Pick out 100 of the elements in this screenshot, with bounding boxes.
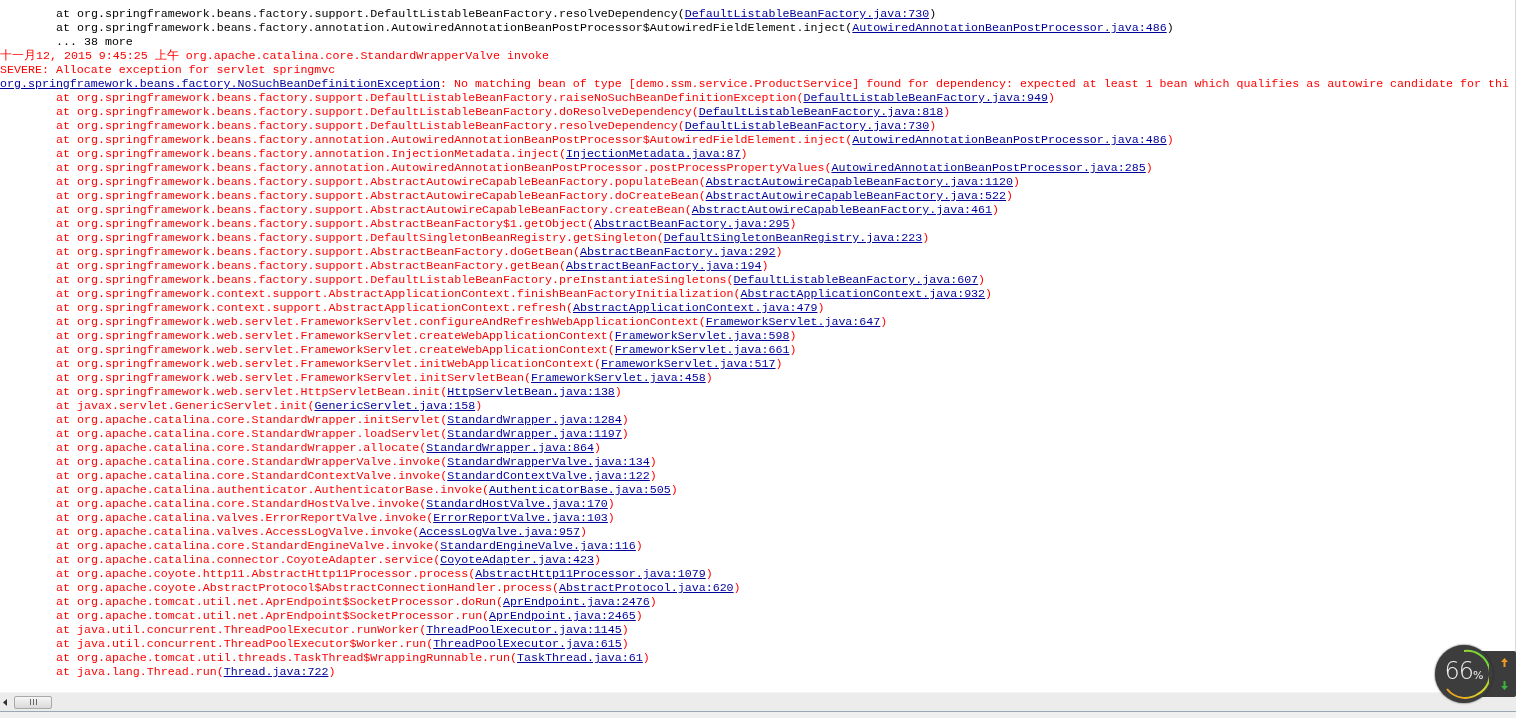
source-link[interactable]: StandardContextValve.java:122 (447, 469, 650, 482)
stack-trace-line: at java.lang.Thread.run(Thread.java:722) (56, 665, 336, 678)
stack-trace-line: at org.springframework.web.servlet.FrameworkServlet.initWebApplicationContext(FrameworkServlet.java:517) (56, 357, 783, 370)
stack-trace-line: at org.apache.tomcat.util.net.AprEndpoint$SocketProcessor.run(AprEndpoint.java:2465) (56, 609, 643, 622)
source-link[interactable]: AbstractBeanFactory.java:292 (579, 245, 776, 258)
stack-trace-line: at org.springframework.beans.factory.support.DefaultSingletonBeanRegistry.getSingleton(DefaultSingletonBeanRegistry.java:223) (56, 231, 930, 244)
stack-trace-line: at org.springframework.beans.factory.support.AbstractAutowireCapableBeanFactory.createBean(AbstractAutowireCapableBeanFactory.java:461) (56, 203, 1000, 216)
stack-trace-line: at org.springframework.web.servlet.FrameworkServlet.initServletBean(FrameworkServlet.java:458) (56, 371, 713, 384)
stack-trace-line: at org.springframework.web.servlet.FrameworkServlet.createWebApplicationContext(FrameworkServlet.java:661) (56, 343, 797, 356)
stack-trace-line: at org.apache.catalina.core.StandardHostValve.invoke(StandardHostValve.java:170) (56, 497, 615, 510)
source-link[interactable]: AbstractApplicationContext.java:932 (740, 287, 986, 300)
stack-trace-line: at org.springframework.beans.factory.support.DefaultListableBeanFactory.raiseNoSuchBeanDefinitionException(DefaultListableBeanFactory.java:949) (56, 91, 1055, 104)
stack-trace-line: at org.springframework.beans.factory.annotation.AutowiredAnnotationBeanPostProcessor$AutowiredFieldElement.inject(AutowiredAnnotationBeanPostProcessor.java:486) (56, 21, 1174, 34)
stack-trace-line: at org.springframework.beans.factory.support.AbstractAutowireCapableBeanFactory.populateBean(AbstractAutowireCapableBeanFactory.java:1120) (56, 175, 1021, 188)
stack-trace-line: at org.springframework.beans.factory.annotation.AutowiredAnnotationBeanPostProcessor.postProcessPropertyValues(AutowiredAnnotationBeanPostProcessor.java:285) (56, 161, 1153, 174)
stack-trace-line: at org.springframework.beans.factory.support.AbstractBeanFactory.getBean(AbstractBeanFactory.java:194) (56, 259, 769, 272)
source-link[interactable]: AbstractApplicationContext.java:479 (572, 301, 818, 314)
source-link[interactable]: FrameworkServlet.java:647 (705, 315, 881, 328)
source-link[interactable]: DefaultListableBeanFactory.java:730 (684, 7, 930, 20)
source-link[interactable]: HttpServletBean.java:138 (447, 385, 615, 398)
source-link[interactable]: AbstractAutowireCapableBeanFactory.java:522 (705, 189, 1007, 202)
source-link[interactable]: AccessLogValve.java:957 (419, 525, 580, 538)
source-link[interactable]: AbstractAutowireCapableBeanFactory.java:461 (691, 203, 993, 216)
stack-trace-line: at org.springframework.beans.factory.support.DefaultListableBeanFactory.resolveDependency(DefaultListableBeanFactory.java:730) (56, 7, 937, 20)
stack-trace-line: at org.springframework.web.servlet.FrameworkServlet.createWebApplicationContext(FrameworkServlet.java:598) (56, 329, 797, 342)
source-link[interactable]: AuthenticatorBase.java:505 (489, 483, 671, 496)
stack-trace-line: at org.apache.coyote.AbstractProtocol$AbstractConnectionHandler.process(AbstractProtocol.java:620) (56, 581, 741, 594)
stack-trace-line: at org.apache.catalina.core.StandardWrapper.allocate(StandardWrapper.java:864) (56, 441, 601, 454)
stack-trace-line: at org.apache.catalina.core.StandardWrapper.initServlet(StandardWrapper.java:1284) (56, 413, 629, 426)
grip-icon (29, 699, 37, 705)
source-link[interactable]: GenericServlet.java:158 (314, 399, 476, 412)
source-link[interactable]: AprEndpoint.java:2476 (503, 595, 650, 608)
source-link[interactable]: InjectionMetadata.java:87 (565, 147, 741, 160)
source-link[interactable]: StandardEngineValve.java:116 (440, 539, 636, 552)
source-link[interactable]: StandardWrapper.java:1197 (447, 427, 622, 440)
download-arrow-icon (1501, 681, 1508, 690)
stack-trace-line: at org.springframework.beans.factory.annotation.InjectionMetadata.inject(InjectionMetadata.java:87) (56, 147, 748, 160)
stack-trace-line: at org.apache.catalina.core.StandardEngineValve.invoke(StandardEngineValve.java:116) (56, 539, 643, 552)
source-link[interactable]: AutowiredAnnotationBeanPostProcessor.java:486 (852, 21, 1167, 34)
stack-trace-line: at javax.servlet.GenericServlet.init(GenericServlet.java:158) (56, 399, 483, 412)
source-link[interactable]: DefaultListableBeanFactory.java:949 (803, 91, 1048, 104)
source-link[interactable]: AbstractAutowireCapableBeanFactory.java:1120 (705, 175, 1014, 188)
source-link[interactable]: ErrorReportValve.java:103 (433, 511, 608, 524)
source-link[interactable]: FrameworkServlet.java:661 (614, 343, 790, 356)
source-link[interactable]: CoyoteAdapter.java:423 (440, 553, 594, 566)
horizontal-scrollbar[interactable] (0, 692, 1516, 711)
stack-trace-line: at org.apache.catalina.connector.CoyoteAdapter.service(CoyoteAdapter.java:423) (56, 553, 601, 566)
stack-trace-line: at org.springframework.web.servlet.FrameworkServlet.configureAndRefreshWebApplicationContext(FrameworkServlet.java:647) (56, 315, 888, 328)
source-link[interactable]: AbstractBeanFactory.java:295 (593, 217, 790, 230)
source-link[interactable]: StandardWrapperValve.java:134 (447, 455, 650, 468)
stack-trace-line: at org.apache.tomcat.util.net.AprEndpoint$SocketProcessor.doRun(AprEndpoint.java:2476) (56, 595, 657, 608)
stack-trace-line: at org.apache.catalina.authenticator.AuthenticatorBase.invoke(AuthenticatorBase.java:505) (56, 483, 678, 496)
source-link[interactable]: AbstractProtocol.java:620 (558, 581, 734, 594)
source-link[interactable]: DefaultListableBeanFactory.java:730 (684, 119, 930, 132)
console-line: ... 38 more (56, 35, 133, 48)
usage-unit: % (1473, 670, 1484, 681)
stack-trace-line: at org.apache.catalina.valves.ErrorReportValve.invoke(ErrorReportValve.java:103) (56, 511, 615, 524)
source-link[interactable]: FrameworkServlet.java:458 (531, 371, 706, 384)
source-link[interactable]: FrameworkServlet.java:598 (614, 329, 790, 342)
source-link[interactable]: FrameworkServlet.java:517 (600, 357, 776, 370)
exception-message: org.springframework.beans.factory.NoSuchBeanDefinitionException: No matching bean of type [demo.ssm.service.ProductService] found for dependency: expected at least 1 bean which qualifies as autowire candidate for thi (0, 77, 1509, 90)
stack-trace-line: at org.apache.catalina.core.StandardWrapper.loadServlet(StandardWrapper.java:1197) (56, 427, 629, 440)
stack-trace-line: at org.springframework.beans.factory.support.DefaultListableBeanFactory.doResolveDependency(DefaultListableBeanFactory.java:818) (56, 105, 951, 118)
source-link[interactable]: AutowiredAnnotationBeanPostProcessor.java:285 (831, 161, 1146, 174)
stack-trace-line: at org.springframework.beans.factory.annotation.AutowiredAnnotationBeanPostProcessor$AutowiredFieldElement.inject(AutowiredAnnotationBeanPostProcessor.java:486) (56, 133, 1174, 146)
stack-trace-line: at org.apache.tomcat.util.threads.TaskThread$WrappingRunnable.run(TaskThread.java:61) (56, 651, 650, 664)
stack-trace-line: at org.apache.catalina.core.StandardContextValve.invoke(StandardContextValve.java:122) (56, 469, 657, 482)
source-link[interactable]: StandardWrapper.java:1284 (447, 413, 622, 426)
scrollbar-thumb[interactable] (14, 695, 52, 709)
stack-trace-line: at java.util.concurrent.ThreadPoolExecutor$Worker.run(ThreadPoolExecutor.java:615) (56, 637, 629, 650)
stack-trace-line: at org.springframework.beans.factory.support.DefaultListableBeanFactory.preInstantiateSingletons(DefaultListableBeanFactory.java:607) (56, 273, 986, 286)
stack-trace-line: at org.apache.catalina.core.StandardWrapperValve.invoke(StandardWrapperValve.java:134) (56, 455, 657, 468)
source-link[interactable]: DefaultListableBeanFactory.java:818 (698, 105, 944, 118)
source-link[interactable]: org.springframework.beans.factory.NoSuchBeanDefinitionException (0, 77, 441, 90)
usage-value: 66 (1444, 659, 1474, 683)
stack-trace-line: at org.springframework.beans.factory.support.AbstractAutowireCapableBeanFactory.doCreateBean(AbstractAutowireCapableBeanFactory.java:522) (56, 189, 1014, 202)
source-link[interactable]: TaskThread.java:61 (517, 651, 643, 664)
source-link[interactable]: StandardWrapper.java:864 (426, 441, 594, 454)
stack-trace-line: at org.springframework.web.servlet.HttpServletBean.init(HttpServletBean.java:138) (56, 385, 622, 398)
source-link[interactable]: DefaultSingletonBeanRegistry.java:223 (663, 231, 923, 244)
source-link[interactable]: Thread.java:722 (223, 665, 329, 678)
stack-trace-line: at org.springframework.beans.factory.support.AbstractBeanFactory$1.getObject(AbstractBeanFactory.java:295) (56, 217, 797, 230)
stack-trace-line: at org.springframework.beans.factory.support.AbstractBeanFactory.doGetBean(AbstractBeanFactory.java:292) (56, 245, 783, 258)
stack-trace-line: at org.springframework.context.support.AbstractApplicationContext.refresh(AbstractApplicationContext.java:479) (56, 301, 825, 314)
console-line: SEVERE: Allocate exception for servlet springmvc (0, 63, 336, 76)
source-link[interactable]: StandardHostValve.java:170 (426, 497, 608, 510)
source-link[interactable]: DefaultListableBeanFactory.java:607 (733, 273, 979, 286)
stack-trace-line: at org.springframework.beans.factory.support.DefaultListableBeanFactory.resolveDependency(DefaultListableBeanFactory.java:730) (56, 119, 937, 132)
source-link[interactable]: AutowiredAnnotationBeanPostProcessor.java:486 (852, 133, 1167, 146)
source-link[interactable]: AbstractBeanFactory.java:194 (565, 259, 762, 272)
scroll-left-icon[interactable] (3, 698, 8, 706)
source-link[interactable]: AbstractHttp11Processor.java:1079 (475, 567, 706, 580)
stack-trace-line: at java.util.concurrent.ThreadPoolExecutor.runWorker(ThreadPoolExecutor.java:1145) (56, 623, 629, 636)
source-link[interactable]: ThreadPoolExecutor.java:615 (433, 637, 622, 650)
source-link[interactable]: ThreadPoolExecutor.java:1145 (426, 623, 622, 636)
source-link[interactable]: AprEndpoint.java:2465 (489, 609, 636, 622)
stack-trace-line: at org.apache.catalina.valves.AccessLogValve.invoke(AccessLogValve.java:957) (56, 525, 587, 538)
stack-trace-line: at org.apache.coyote.http11.AbstractHttp11Processor.process(AbstractHttp11Processor.java:1079) (56, 567, 713, 580)
stack-trace-line: at org.springframework.context.support.AbstractApplicationContext.finishBeanFactoryInitialization(AbstractApplicationContext.java:932) (56, 287, 993, 300)
upload-arrow-icon (1501, 658, 1508, 667)
